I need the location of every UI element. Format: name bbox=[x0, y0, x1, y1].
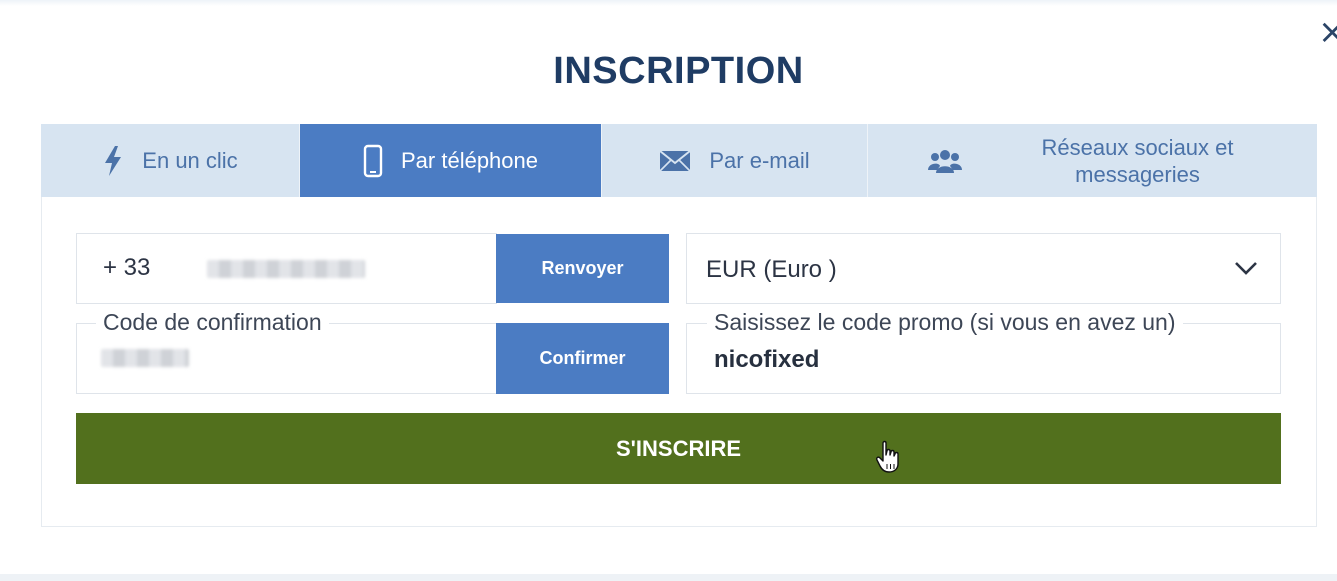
tab-label: Par e-mail bbox=[709, 147, 810, 173]
resend-button[interactable]: Renvoyer bbox=[496, 234, 669, 303]
phone-field[interactable]: + 33 bbox=[76, 233, 497, 304]
country-code: + 33 bbox=[103, 254, 151, 281]
tab-one-click[interactable]: En un clic bbox=[41, 124, 300, 197]
promo-code-field[interactable]: Saisissez le code promo (si vous en avez… bbox=[686, 309, 1281, 394]
envelope-icon bbox=[659, 149, 691, 172]
chevron-down-icon bbox=[1234, 260, 1258, 276]
tab-social-networks[interactable]: Réseaux sociaux et messageries bbox=[868, 124, 1317, 197]
phone-number-blurred bbox=[207, 260, 365, 278]
register-button[interactable]: S'INSCRIRE bbox=[76, 413, 1281, 484]
registration-tabs: En un clic Par téléphone Par e-mail Rése… bbox=[41, 124, 1317, 197]
currency-value: EUR (Euro ) bbox=[706, 256, 837, 283]
confirmation-code-field[interactable]: Code de confirmation bbox=[76, 309, 497, 394]
tab-label: En un clic bbox=[142, 147, 238, 173]
lightning-icon bbox=[102, 145, 124, 177]
tab-email[interactable]: Par e-mail bbox=[602, 124, 868, 197]
confirmation-code-label: Code de confirmation bbox=[96, 309, 329, 336]
promo-code-value: nicofixed bbox=[714, 346, 820, 373]
currency-select[interactable]: EUR (Euro ) bbox=[686, 233, 1281, 304]
confirmation-code-blurred bbox=[101, 349, 189, 367]
close-button[interactable]: × bbox=[1318, 14, 1337, 50]
confirm-button[interactable]: Confirmer bbox=[496, 323, 669, 394]
promo-code-label: Saisissez le code promo (si vous en avez… bbox=[707, 309, 1183, 336]
tab-label: Réseaux sociaux et messageries bbox=[1041, 134, 1234, 187]
background-strip-top bbox=[0, 0, 1337, 6]
tab-phone[interactable]: Par téléphone bbox=[300, 124, 602, 197]
tab-label: Par téléphone bbox=[401, 147, 538, 173]
dialog-title: INSCRIPTION bbox=[553, 50, 804, 92]
background-strip-bottom bbox=[0, 574, 1337, 581]
smartphone-icon bbox=[363, 144, 383, 178]
users-group-icon bbox=[927, 148, 962, 174]
hand-cursor-icon bbox=[876, 440, 900, 474]
